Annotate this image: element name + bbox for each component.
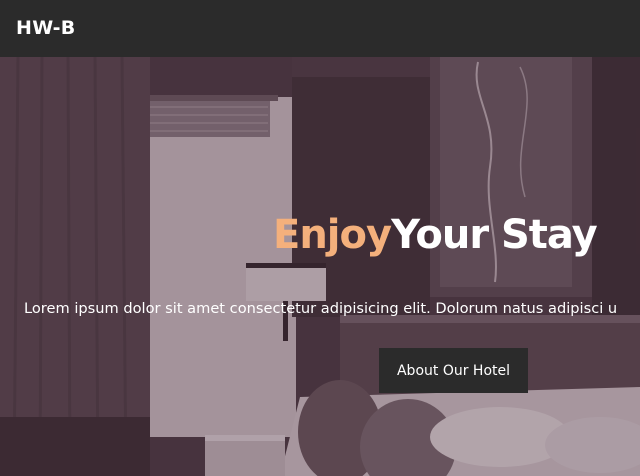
hero-overlay [0,57,640,476]
brand-logo[interactable]: HW-B [16,17,76,39]
hero-section: EnjoyYour Stay Lorem ipsum dolor sit ame… [0,57,640,476]
hero-title-accent: Enjoy [273,212,392,258]
navbar: HW-B [0,0,640,57]
hero-title: EnjoyYour Stay [273,212,598,258]
hero-title-rest: Your Stay [391,212,598,258]
hero-lead-text: Lorem ipsum dolor sit amet consectetur a… [24,300,618,317]
about-hotel-button[interactable]: About Our Hotel [379,348,528,393]
